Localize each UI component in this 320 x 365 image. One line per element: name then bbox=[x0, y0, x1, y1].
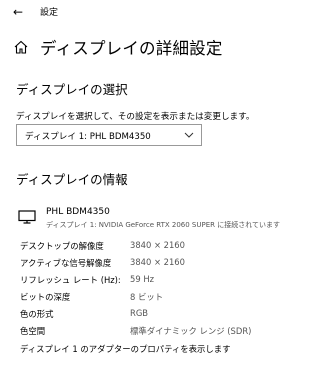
adapter-properties-link[interactable]: ディスプレイ 1 のアダプターのプロパティを表示します bbox=[20, 343, 231, 355]
display-select-value: ディスプレイ 1: PHL BDM4350 bbox=[25, 132, 151, 142]
info-value: 標準ダイナミック レンジ (SDR) bbox=[130, 326, 252, 336]
info-value: 59 Hz bbox=[130, 274, 155, 284]
info-value: 8 ビット bbox=[130, 292, 164, 302]
select-display-description: ディスプレイを選択して、その設定を表示または変更します。 bbox=[16, 112, 255, 122]
monitor-name: PHL BDM4350 bbox=[46, 207, 110, 217]
info-row-color-format: 色の形式 RGB bbox=[20, 308, 290, 322]
title-bar: ← 設定 bbox=[0, 0, 300, 24]
page-title: ディスプレイの詳細設定 bbox=[40, 39, 223, 58]
app-title: 設定 bbox=[40, 8, 59, 18]
info-value: 3840 × 2160 bbox=[130, 240, 185, 250]
display-select-dropdown[interactable]: ディスプレイ 1: PHL BDM4350 bbox=[16, 124, 202, 146]
monitor-icon bbox=[18, 210, 36, 224]
info-label: ビットの深度 bbox=[20, 292, 71, 302]
settings-window: ← 設定 ディスプレイの詳細設定 ディスプレイの選択 ディスプレイを選択して、そ… bbox=[0, 0, 300, 365]
info-label: 色の形式 bbox=[20, 309, 54, 319]
info-label: アクティブな信号解像度 bbox=[20, 258, 112, 268]
info-row-bit-depth: ビットの深度 8 ビット bbox=[20, 291, 290, 305]
info-label: リフレッシュ レート (Hz): bbox=[20, 275, 121, 285]
display-info-heading: ディスプレイの情報 bbox=[16, 172, 128, 187]
back-arrow-icon: ← bbox=[12, 5, 24, 19]
home-icon bbox=[14, 40, 28, 54]
info-value: 3840 × 2160 bbox=[130, 257, 185, 267]
info-value: RGB bbox=[130, 308, 149, 318]
chevron-down-icon bbox=[184, 132, 194, 138]
back-button[interactable]: ← bbox=[10, 4, 26, 20]
select-display-heading: ディスプレイの選択 bbox=[16, 82, 128, 97]
info-row-desktop-resolution: デスクトップの解像度 3840 × 2160 bbox=[20, 240, 290, 254]
info-label: 色空間 bbox=[20, 326, 46, 336]
info-label: デスクトップの解像度 bbox=[20, 241, 104, 251]
info-row-active-signal-resolution: アクティブな信号解像度 3840 × 2160 bbox=[20, 257, 290, 271]
info-row-refresh-rate: リフレッシュ レート (Hz): 59 Hz bbox=[20, 274, 290, 288]
monitor-connection-text: ディスプレイ 1: NVIDIA GeForce RTX 2060 SUPER … bbox=[46, 221, 281, 229]
info-row-color-space: 色空間 標準ダイナミック レンジ (SDR) bbox=[20, 325, 290, 339]
